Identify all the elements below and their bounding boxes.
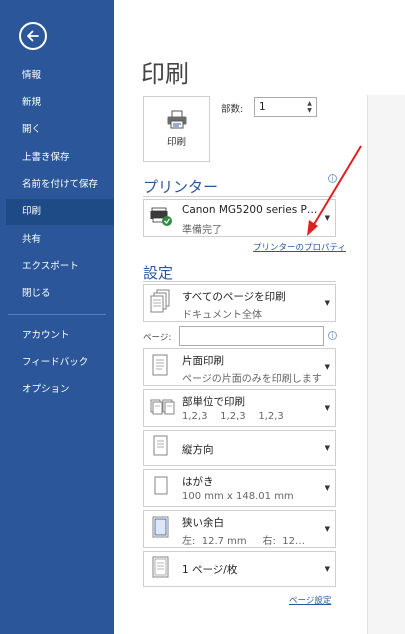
copies-value: 1 (259, 101, 266, 113)
preview-divider (367, 95, 368, 634)
setting-line1: すべてのページを印刷 (182, 291, 286, 303)
paper-size-dropdown[interactable]: はがき 100 mm x 148.01 mm ▼ (143, 469, 336, 507)
printer-status: 準備完了 (182, 225, 222, 236)
printer-icon (167, 110, 186, 129)
pages-label: ページ: (143, 333, 172, 343)
sidebar-item-export[interactable]: エクスポート (0, 254, 114, 280)
collate-dropdown[interactable]: 部単位で印刷 1,2,3 1,2,3 1,2,3 ▼ (143, 389, 336, 427)
printer-dropdown[interactable]: Canon MG5200 series P… 準備完了 ▼ (143, 199, 336, 237)
setting-line2: ドキュメント全体 (182, 310, 262, 321)
setting-line2: 1,2,3 1,2,3 1,2,3 (182, 411, 284, 422)
single-side-icon (150, 353, 172, 381)
sidebar-item-feedback[interactable]: フィードバック (0, 350, 114, 376)
copies-spinner[interactable]: ▲ ▼ (305, 100, 314, 114)
sidebar-item-account[interactable]: アカウント (0, 323, 114, 349)
sidebar-item-save[interactable]: 上書き保存 (0, 145, 114, 171)
setting-line2: 100 mm x 148.01 mm (182, 491, 294, 502)
orientation-dropdown[interactable]: 縦方向 ▼ (143, 430, 336, 466)
preview-area (368, 95, 405, 634)
sidebar-item-close[interactable]: 閉じる (0, 281, 114, 307)
sidebar-item-save-as[interactable]: 名前を付けて保存 (0, 172, 114, 198)
paper-size-icon (150, 474, 172, 502)
sidebar-item-new[interactable]: 新規 (0, 90, 114, 116)
setting-line1: 部単位で印刷 (182, 396, 245, 408)
sidebar-item-info[interactable]: 情報 (0, 63, 114, 89)
back-button[interactable] (19, 22, 47, 50)
sidebar-divider (8, 314, 106, 315)
margins-icon (150, 515, 172, 543)
setting-line2: ページの片面のみを印刷します (182, 374, 322, 385)
pages-icon (150, 289, 172, 317)
dropdown-arrow-icon: ▼ (324, 444, 330, 452)
page-title: 印刷 (141, 60, 189, 88)
sidebar-item-options[interactable]: オプション (0, 377, 114, 403)
info-icon[interactable]: i (328, 174, 337, 183)
dropdown-arrow-icon: ▼ (324, 299, 330, 307)
printer-properties-link[interactable]: プリンターのプロパティ (253, 241, 346, 253)
setting-line1: 片面印刷 (182, 355, 224, 367)
dropdown-arrow-icon: ▼ (324, 525, 330, 533)
settings-section-title: 設定 (143, 264, 174, 282)
printer-section-title: プリンター (143, 178, 219, 196)
spin-up-icon[interactable]: ▲ (305, 100, 314, 107)
dropdown-arrow-icon: ▼ (324, 484, 330, 492)
dropdown-arrow-icon: ▼ (324, 214, 330, 222)
portrait-icon (150, 434, 172, 462)
setting-line2: 左: 12.7 mm 右: 12… (182, 536, 305, 547)
print-range-dropdown[interactable]: すべてのページを印刷 ドキュメント全体 ▼ (143, 284, 336, 322)
sidebar-item-share[interactable]: 共有 (0, 227, 114, 253)
setting-line1: 狭い余白 (182, 517, 224, 529)
collate-icon (150, 396, 176, 420)
settings-section-rule (143, 281, 336, 282)
sidebar-item-open[interactable]: 開く (0, 117, 114, 143)
printer-section-rule (143, 196, 336, 197)
printer-status-icon (150, 205, 174, 231)
setting-line1: 1 ページ/枚 (182, 564, 238, 576)
pages-per-sheet-dropdown[interactable]: 1 ページ/枚 ▼ (143, 551, 336, 587)
dropdown-arrow-icon: ▼ (324, 363, 330, 371)
pages-info-icon[interactable]: i (328, 331, 337, 340)
dropdown-arrow-icon: ▼ (324, 565, 330, 573)
spin-down-icon[interactable]: ▼ (305, 107, 314, 114)
copies-label: 部数: (221, 104, 244, 115)
page-setup-link[interactable]: ページ設定 (289, 594, 331, 606)
backstage-sidebar: 情報 新規 開く 上書き保存 名前を付けて保存 印刷 共有 エクスポート 閉じる… (0, 0, 114, 634)
pages-per-sheet-icon (150, 555, 172, 583)
dropdown-arrow-icon: ▼ (324, 404, 330, 412)
printer-name: Canon MG5200 series P… (182, 204, 318, 216)
margins-dropdown[interactable]: 狭い余白 左: 12.7 mm 右: 12… ▼ (143, 510, 336, 548)
sidebar-item-print[interactable]: 印刷 (6, 199, 114, 225)
setting-line1: 縦方向 (182, 444, 214, 456)
print-panel: 印刷 印刷 部数: 1 ▲ ▼ プリンター i Canon MG5200 ser… (114, 0, 405, 634)
pages-input[interactable] (179, 326, 324, 346)
print-button-label: 印刷 (166, 137, 186, 148)
duplex-dropdown[interactable]: 片面印刷 ページの片面のみを印刷します ▼ (143, 348, 336, 386)
setting-line1: はがき (182, 476, 214, 488)
back-arrow-icon (27, 30, 39, 42)
print-button[interactable]: 印刷 (143, 96, 210, 162)
copies-input[interactable]: 1 ▲ ▼ (254, 97, 317, 117)
